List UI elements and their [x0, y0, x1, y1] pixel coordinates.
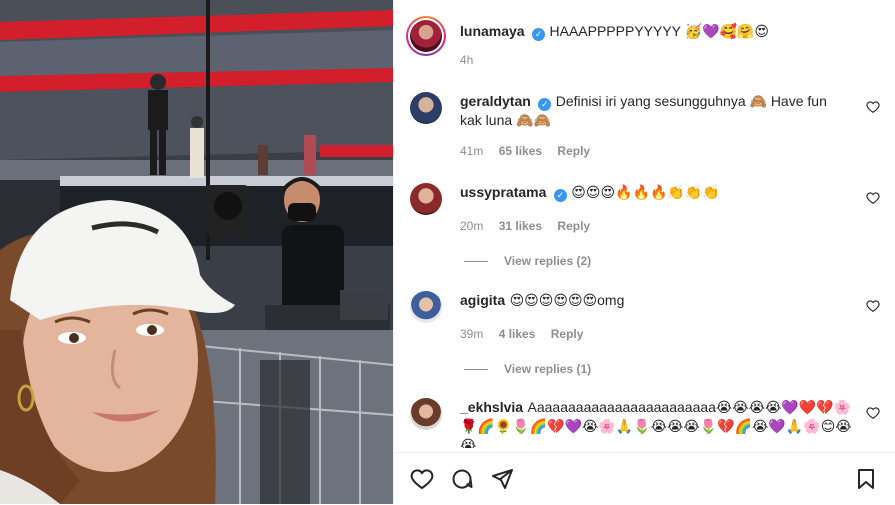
comment-body: agigita 😍😍😍😍😍😍omg [460, 291, 852, 310]
caption-text: HAAAPPPPPYYYYY 🥳💜🥰🤗😍 [549, 23, 769, 39]
comment-item: _ekhslvia Aaaaaaaaaaaaaaaaaaaaaaaa😭😭😭😭💜❤… [408, 398, 882, 448]
heart-icon[interactable] [866, 191, 880, 205]
comment-body: ussypratama ✓ 😍😍😍🔥🔥🔥👏👏👏 [460, 183, 852, 202]
commenter-username[interactable]: agigita [460, 292, 505, 308]
comment-likes[interactable]: 65 likes [499, 144, 542, 158]
comment-text: 😍😍😍😍😍😍omg [509, 292, 625, 308]
comment-item: agigita 😍😍😍😍😍😍omg 39m 4 likes Reply View… [408, 291, 882, 381]
comment-time: 41m [460, 144, 484, 158]
comment-meta: 39m 4 likes Reply [460, 327, 595, 341]
comment-meta: 41m 65 likes Reply [460, 144, 602, 158]
post-details-panel: lunamaya ✓ HAAAPPPPPYYYYY 🥳💜🥰🤗😍 4h geral… [393, 0, 895, 505]
comment-body: _ekhslvia Aaaaaaaaaaaaaaaaaaaaaaaa😭😭😭😭💜❤… [460, 398, 852, 448]
author-username[interactable]: lunamaya [460, 23, 525, 39]
comment-item: geraldytan ✓ Definisi iri yang sesungguh… [408, 92, 882, 172]
comment-body: geraldytan ✓ Definisi iri yang sesungguh… [460, 92, 852, 130]
comment-likes[interactable]: 31 likes [499, 219, 542, 233]
reply-button[interactable]: Reply [557, 144, 590, 158]
post-caption: lunamaya ✓ HAAAPPPPPYYYYY 🥳💜🥰🤗😍 [460, 22, 882, 41]
view-replies-button[interactable]: View replies (1) [464, 362, 591, 376]
heart-icon[interactable] [866, 299, 880, 313]
heart-icon[interactable] [866, 100, 880, 114]
author-avatar-image [410, 20, 442, 52]
comment-text: 😍😍😍🔥🔥🔥👏👏👏 [571, 184, 720, 200]
heart-icon[interactable] [866, 406, 880, 420]
commenter-avatar[interactable] [410, 291, 442, 323]
commenter-username[interactable]: geraldytan [460, 93, 531, 109]
commenter-avatar[interactable] [410, 92, 442, 124]
post-timestamp: 4h [460, 53, 474, 67]
post-photo [0, 0, 393, 504]
post-actions-bar [394, 452, 895, 505]
commenter-avatar[interactable] [410, 398, 442, 430]
comment-icon[interactable] [450, 467, 474, 491]
verified-badge-icon: ✓ [553, 189, 567, 202]
commenter-avatar[interactable] [410, 183, 442, 215]
comment-time: 20m [460, 219, 484, 233]
comment-time: 39m [460, 327, 484, 341]
commenter-username[interactable]: _ekhslvia [460, 399, 523, 415]
author-avatar[interactable] [406, 16, 446, 56]
commenter-username[interactable]: ussypratama [460, 184, 546, 200]
verified-badge-icon: ✓ [538, 98, 552, 111]
send-icon[interactable] [490, 467, 514, 491]
comment-likes[interactable]: 4 likes [499, 327, 536, 341]
bookmark-icon[interactable] [854, 467, 878, 491]
like-heart-icon[interactable] [410, 467, 434, 491]
comment-meta: 20m 31 likes Reply [460, 219, 602, 233]
verified-badge-icon: ✓ [532, 28, 546, 41]
reply-button[interactable]: Reply [557, 219, 590, 233]
comment-item: ussypratama ✓ 😍😍😍🔥🔥🔥👏👏👏 20m 31 likes Rep… [408, 183, 882, 273]
reply-button[interactable]: Reply [551, 327, 584, 341]
view-replies-button[interactable]: View replies (2) [464, 254, 591, 268]
concert-selfie-image [0, 0, 393, 504]
